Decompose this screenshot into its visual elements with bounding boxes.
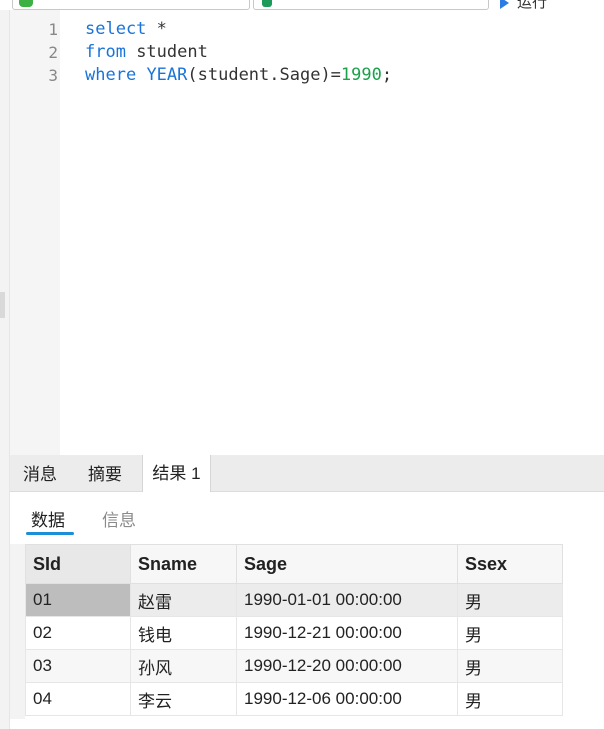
database-icon [262,0,272,7]
table-row[interactable]: 02 钱电 1990-12-21 00:00:00 男 [25,616,563,650]
toolbar: 运行 [0,0,604,11]
table-row[interactable]: 01 赵雷 1990-01-01 00:00:00 男 [25,583,563,617]
subtab-info[interactable]: 信息 [102,506,136,531]
table-cell[interactable]: 04 [25,682,131,716]
table-cell[interactable]: 1990-12-06 00:00:00 [236,682,458,716]
tab-result-1[interactable]: 结果 1 [142,455,211,492]
code-line: from student [85,42,208,62]
table-cell[interactable]: 1990-12-21 00:00:00 [236,616,458,650]
sql-function: YEAR [146,65,188,85]
code-text: student [125,42,208,62]
code-text: (student.Sage)= [187,65,341,85]
result-subtabs: 数据 信息 [10,492,604,544]
table-cell[interactable]: 02 [25,616,131,650]
column-header-ssex[interactable]: Ssex [457,544,563,584]
database-select[interactable] [253,0,489,10]
result-table: SId Sname Sage Ssex 01 赵雷 1990-01-01 00:… [25,544,563,716]
table-cell[interactable]: 钱电 [130,616,237,650]
sql-keyword: select [85,19,147,39]
tab-summary[interactable]: 摘要 [75,455,135,491]
column-header-sage[interactable]: Sage [236,544,458,584]
line-number: 1 [48,20,58,39]
code-line: where YEAR(student.Sage)=1990; [85,65,392,85]
row-header-column [10,544,25,719]
table-cell[interactable]: 03 [25,649,131,683]
active-subtab-indicator [26,532,74,535]
table-row[interactable]: 03 孙风 1990-12-20 00:00:00 男 [25,649,563,683]
table-cell[interactable]: 01 [25,583,131,617]
table-cell[interactable]: 1990-12-20 00:00:00 [236,649,458,683]
play-icon [500,0,509,10]
window-left-edge [0,10,10,729]
run-button[interactable]: 运行 [500,0,547,11]
sql-keyword: where [85,65,137,85]
connection-select[interactable] [12,0,250,10]
line-number: 2 [48,43,58,62]
splitter-handle[interactable] [0,292,5,318]
column-header-sname[interactable]: Sname [130,544,237,584]
code-text: * [146,19,167,39]
code-terminator: ; [381,65,393,85]
sql-keyword: from [85,42,126,62]
column-header-sid[interactable]: SId [25,544,131,584]
connection-icon [19,0,33,7]
table-cell[interactable]: 男 [457,616,563,650]
table-cell[interactable]: 赵雷 [130,583,237,617]
subtab-data[interactable]: 数据 [31,506,65,531]
table-cell[interactable]: 男 [457,682,563,716]
sql-number: 1990 [340,65,382,85]
table-cell[interactable]: 孙风 [130,649,237,683]
line-number: 3 [48,66,58,85]
table-cell[interactable]: 男 [457,583,563,617]
header-row: SId Sname Sage Ssex [25,544,563,584]
sql-editor[interactable]: 1 2 3 select * from student where YEAR(s… [10,10,604,455]
table-cell[interactable]: 李云 [130,682,237,716]
code-line: select * [85,19,167,39]
result-grid[interactable]: SId Sname Sage Ssex 01 赵雷 1990-01-01 00:… [10,544,604,729]
tab-messages[interactable]: 消息 [10,455,70,491]
result-tab-bar: 消息 摘要 结果 1 [10,455,604,492]
table-cell[interactable]: 男 [457,649,563,683]
table-row[interactable]: 04 李云 1990-12-06 00:00:00 男 [25,682,563,716]
table-cell[interactable]: 1990-01-01 00:00:00 [236,583,458,617]
